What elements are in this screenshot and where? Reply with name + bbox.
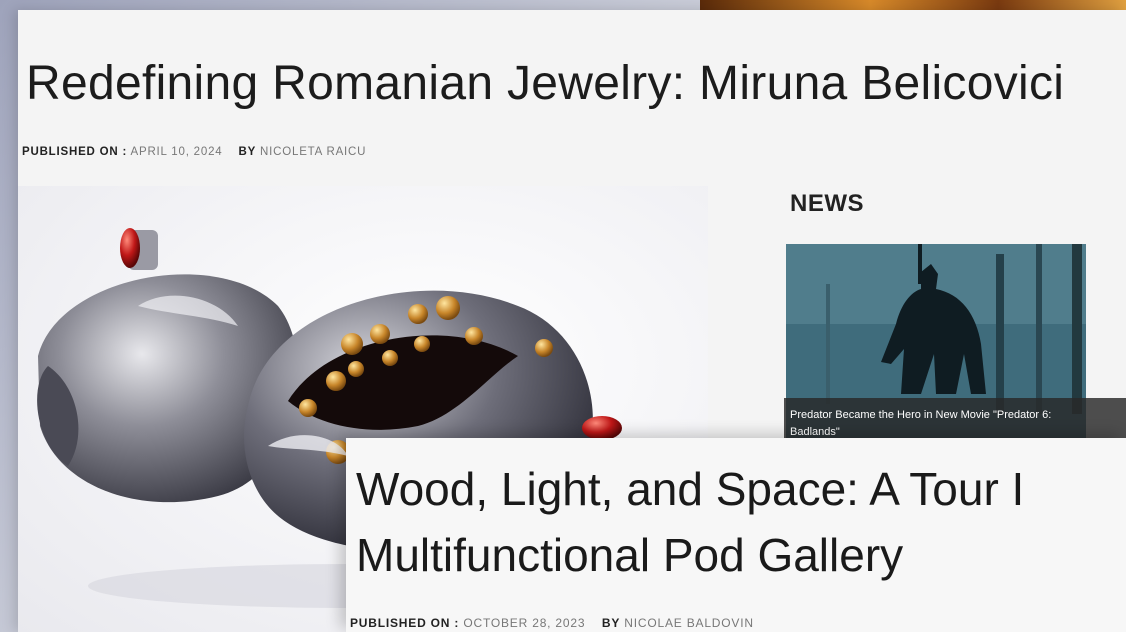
by-label: BY — [238, 146, 257, 158]
author-link[interactable]: NICOLAE BALDOVIN — [624, 616, 754, 630]
news-caption-link[interactable]: Predator Became the Hero in New Movie "P… — [790, 407, 1090, 441]
article-title-jewelry[interactable]: Redefining Romanian Jewelry: Miruna Beli… — [26, 56, 1126, 111]
published-label: PUBLISHED ON : — [350, 616, 460, 630]
article-meta-jewelry: PUBLISHED ON : APRIL 10, 2024 BY NICOLET… — [22, 146, 366, 158]
published-label: PUBLISHED ON : — [22, 146, 128, 158]
news-heading: NEWS — [790, 190, 864, 217]
by-label: BY — [601, 616, 621, 630]
article-title-gallery-line1: Wood, Light, and Space: A Tour I — [356, 463, 1025, 515]
published-date: APRIL 10, 2024 — [130, 146, 223, 158]
author-link[interactable]: NICOLETA RAICU — [260, 146, 366, 158]
header-image-strip — [700, 0, 1126, 10]
article-title-gallery-line2: Multifunctional Pod Gallery — [356, 529, 904, 581]
article-title-gallery[interactable]: Wood, Light, and Space: A Tour I Multifu… — [356, 456, 1126, 588]
article-meta-gallery: PUBLISHED ON : OCTOBER 28, 2023 BY NICOL… — [350, 616, 754, 630]
published-date: OCTOBER 28, 2023 — [463, 616, 586, 630]
